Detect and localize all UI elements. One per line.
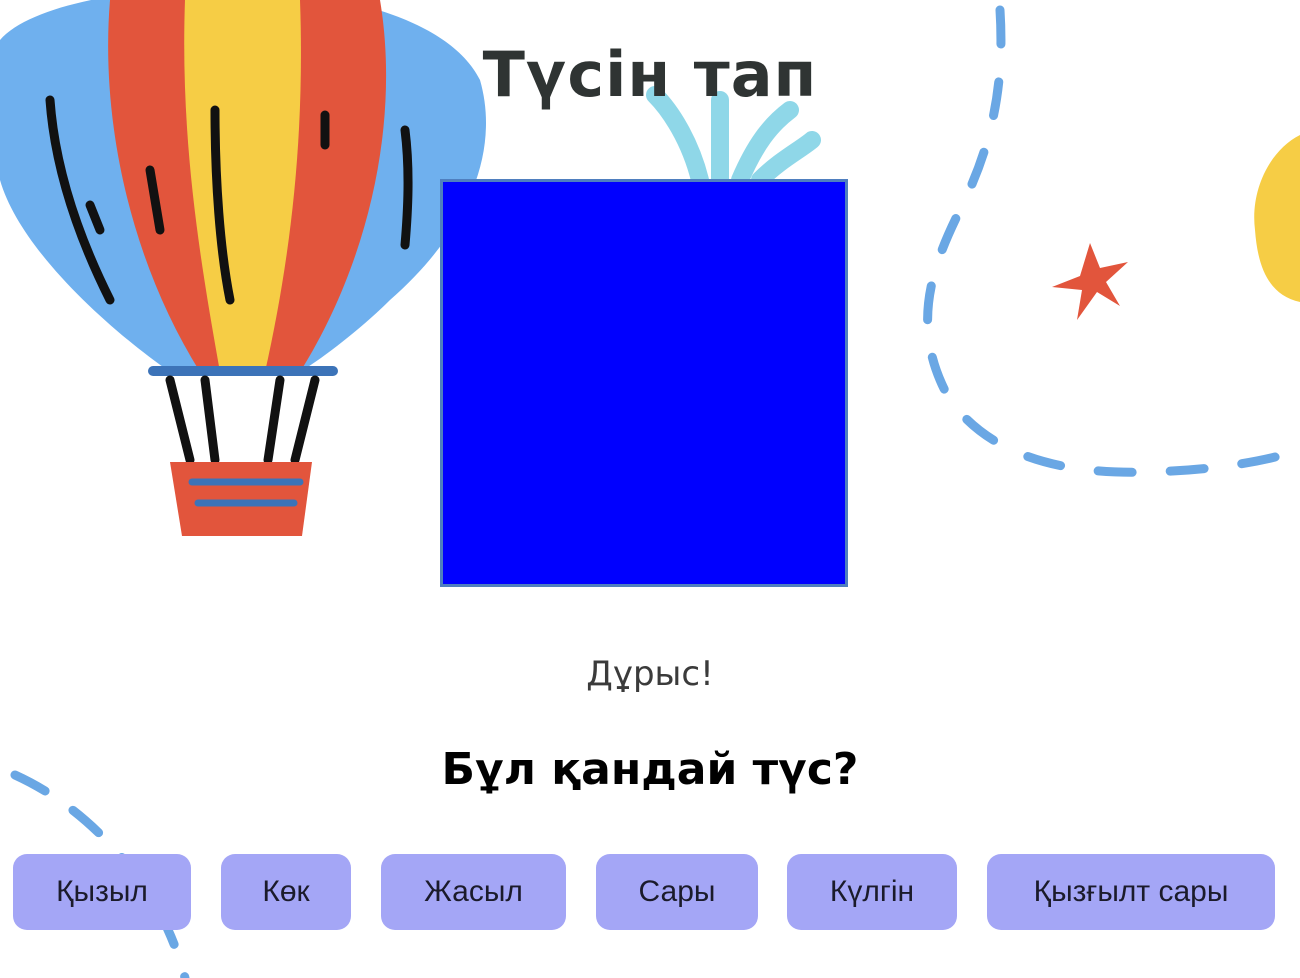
answer-options: Қызыл Көк Жасыл Сары Күлгін Қызғылт сары: [0, 854, 1300, 932]
answer-button-orange[interactable]: Қызғылт сары: [987, 854, 1275, 930]
color-swatch: [440, 179, 848, 587]
answer-button-purple[interactable]: Күлгін: [787, 854, 957, 930]
feedback-message: Дұрыс!: [586, 654, 714, 694]
answer-button-green[interactable]: Жасыл: [381, 854, 566, 930]
answer-button-red[interactable]: Қызыл: [13, 854, 191, 930]
yellow-blob: [1254, 135, 1300, 302]
answer-button-yellow[interactable]: Сары: [596, 854, 758, 930]
star-icon: [1052, 243, 1128, 320]
answer-button-blue[interactable]: Көк: [221, 854, 351, 930]
game-title: Түсін тап: [482, 38, 818, 111]
question-text: Бұл қандай түс?: [441, 744, 859, 795]
